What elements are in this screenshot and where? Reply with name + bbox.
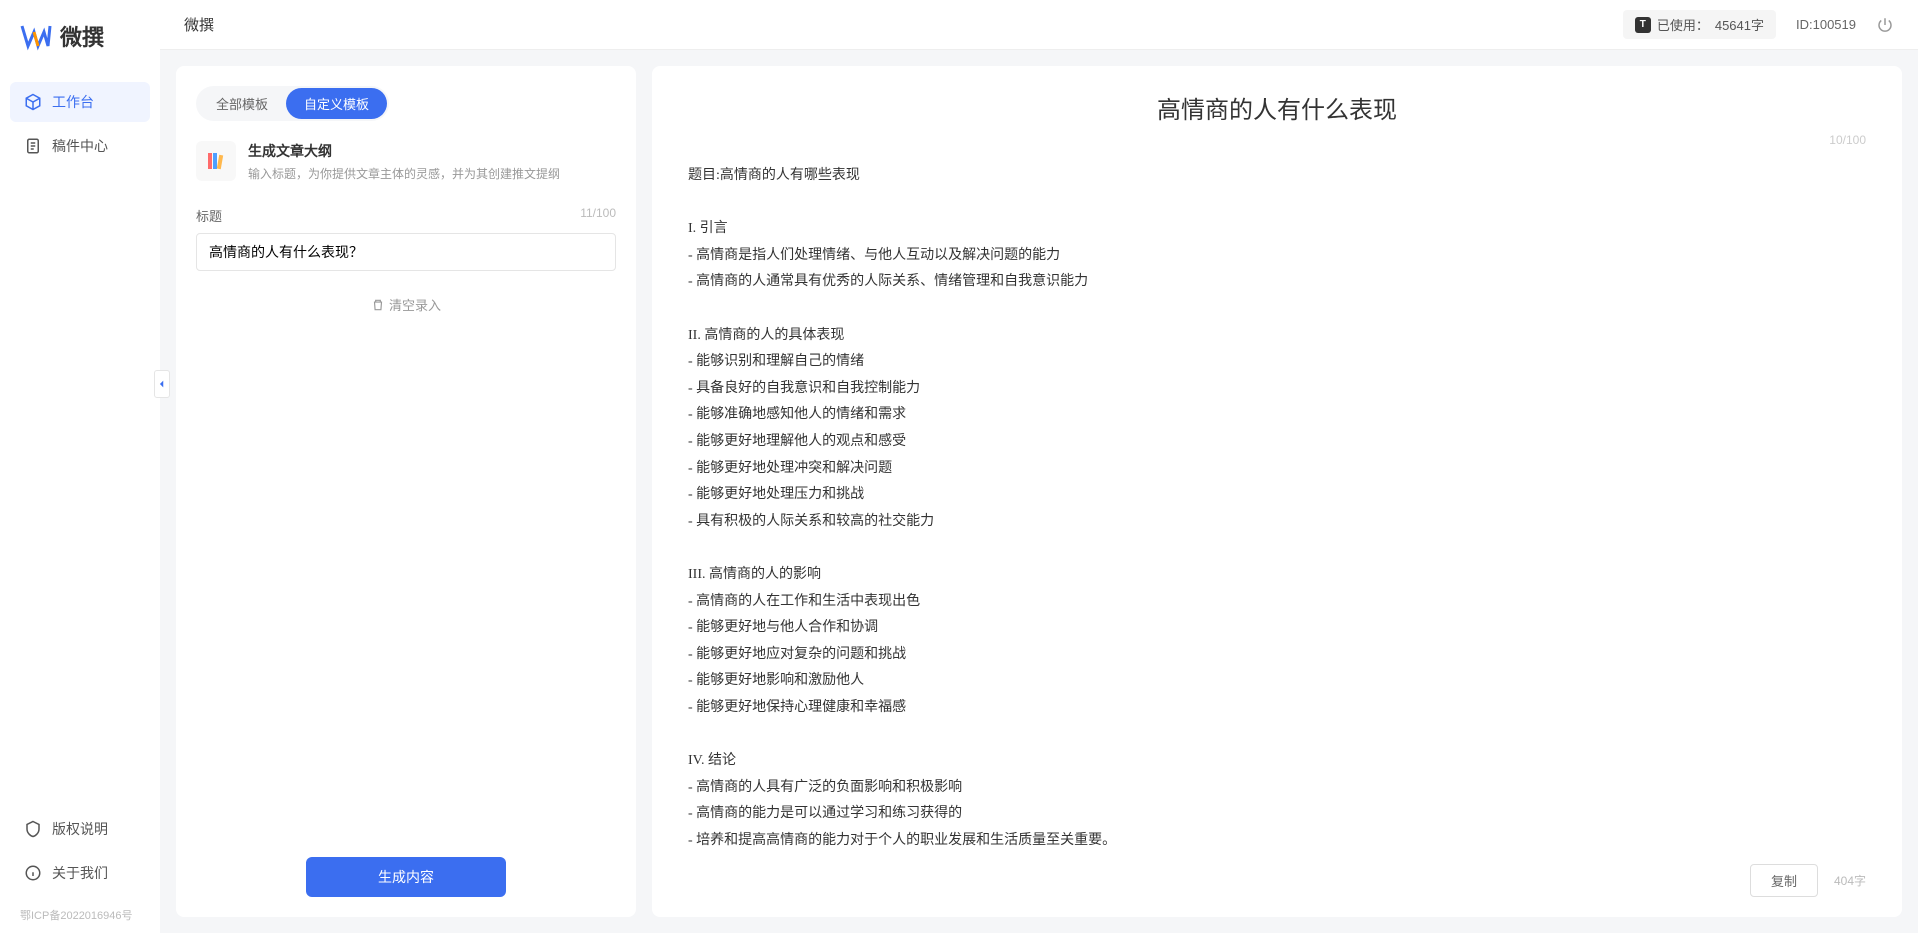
field-count: 11/100: [580, 206, 616, 225]
collapse-sidebar-button[interactable]: [154, 370, 170, 398]
output-body: 题目:高情商的人有哪些表现 I. 引言 - 高情商是指人们处理情绪、与他人互动以…: [688, 163, 1866, 854]
user-id: ID:100519: [1796, 17, 1856, 32]
nav-label: 工作台: [52, 92, 94, 112]
template-card: 生成文章大纲 输入标题，为你提供文章主体的灵感，并为其创建推文提纲: [196, 141, 616, 182]
nav-item-workspace[interactable]: 工作台: [10, 82, 150, 122]
template-info: 生成文章大纲 输入标题，为你提供文章主体的灵感，并为其创建推文提纲: [248, 141, 616, 182]
power-icon[interactable]: [1876, 16, 1894, 34]
usage-badge: T 已使用： 45641字: [1623, 10, 1776, 39]
logo-icon: [20, 20, 52, 52]
sidebar: 微撰 工作台 稿件中心 版权说明 关于我们 鄂ICP备2022016946号: [0, 0, 160, 933]
logo: 微撰: [0, 20, 160, 82]
panel-left-bottom: 生成内容: [196, 857, 616, 897]
template-title: 生成文章大纲: [248, 141, 616, 161]
nav-item-drafts[interactable]: 稿件中心: [10, 126, 150, 166]
output-title-count: 10/100: [688, 133, 1866, 147]
usage-value: 45641字: [1715, 15, 1764, 34]
generate-button[interactable]: 生成内容: [306, 857, 506, 897]
output-title: 高情商的人有什么表现: [688, 90, 1866, 125]
content: 全部模板 自定义模板 生成文章大纲 输入标题，为你提供文章主体的灵感，并为其创建…: [160, 50, 1918, 933]
panel-input: 全部模板 自定义模板 生成文章大纲 输入标题，为你提供文章主体的灵感，并为其创建…: [176, 66, 636, 917]
page-title: 微撰: [184, 14, 214, 35]
usage-label: 已使用：: [1657, 15, 1709, 34]
title-input[interactable]: [196, 233, 616, 271]
output-footer: 复制 404字: [1750, 864, 1866, 897]
clear-label: 清空录入: [389, 295, 441, 314]
word-count: 404字: [1834, 872, 1866, 889]
tab-custom-templates[interactable]: 自定义模板: [286, 88, 387, 119]
tabs: 全部模板 自定义模板: [196, 86, 389, 121]
nav-main: 工作台 稿件中心: [0, 82, 160, 809]
nav-label: 版权说明: [52, 819, 108, 839]
topbar: 微撰 T 已使用： 45641字 ID:100519: [160, 0, 1918, 50]
cube-icon: [24, 93, 42, 111]
info-icon: [24, 864, 42, 882]
field-label: 标题: [196, 206, 222, 225]
chevron-left-icon: [157, 377, 167, 391]
books-icon: [196, 141, 236, 181]
field-header: 标题 11/100: [196, 206, 616, 225]
main: 微撰 T 已使用： 45641字 ID:100519 全部模板 自定义模板: [160, 0, 1918, 933]
clear-input-button[interactable]: 清空录入: [196, 287, 616, 322]
shield-icon: [24, 820, 42, 838]
template-desc: 输入标题，为你提供文章主体的灵感，并为其创建推文提纲: [248, 165, 616, 182]
tab-all-templates[interactable]: 全部模板: [198, 88, 286, 119]
nav-item-copyright[interactable]: 版权说明: [10, 809, 150, 849]
copy-button[interactable]: 复制: [1750, 864, 1818, 897]
topbar-right: T 已使用： 45641字 ID:100519: [1623, 10, 1894, 39]
nav-item-about[interactable]: 关于我们: [10, 853, 150, 893]
doc-icon: [24, 137, 42, 155]
text-icon: T: [1635, 17, 1651, 33]
trash-icon: [371, 298, 385, 312]
nav-label: 稿件中心: [52, 136, 108, 156]
icp-footer: 鄂ICP备2022016946号: [0, 907, 160, 933]
nav-bottom: 版权说明 关于我们: [0, 809, 160, 907]
panel-output: 高情商的人有什么表现 10/100 题目:高情商的人有哪些表现 I. 引言 - …: [652, 66, 1902, 917]
field-title: 标题 11/100: [196, 206, 616, 271]
logo-text: 微撰: [60, 20, 104, 52]
nav-label: 关于我们: [52, 863, 108, 883]
